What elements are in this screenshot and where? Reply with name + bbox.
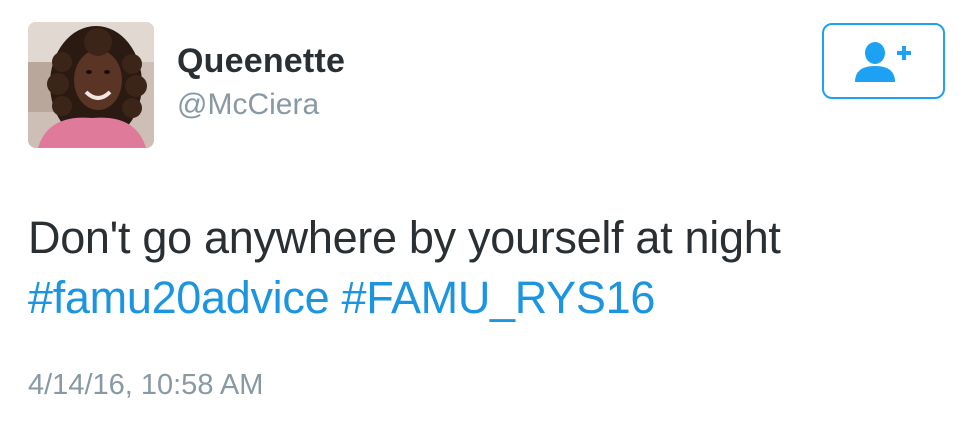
tweet-body: Don't go anywhere by yourself at night (28, 212, 781, 263)
hashtag-famu20advice[interactable]: #famu20advice (28, 272, 330, 323)
avatar[interactable] (28, 22, 154, 148)
tweet-card: Queenette @McCiera Don't go anywhere by … (0, 0, 980, 434)
hashtag-line: #famu20advice #FAMU_RYS16 (28, 268, 958, 328)
tweet-text: Don't go anywhere by yourself at night #… (28, 208, 958, 328)
hashtag-famu-rys16[interactable]: #FAMU_RYS16 (342, 272, 656, 323)
follow-person-plus-icon (854, 42, 911, 82)
tweet-timestamp[interactable]: 4/14/16, 10:58 AM (28, 369, 263, 402)
avatar-photo (28, 22, 154, 148)
follow-button[interactable] (822, 23, 945, 99)
display-name[interactable]: Queenette (177, 42, 345, 81)
user-handle[interactable]: @McCiera (177, 88, 319, 122)
